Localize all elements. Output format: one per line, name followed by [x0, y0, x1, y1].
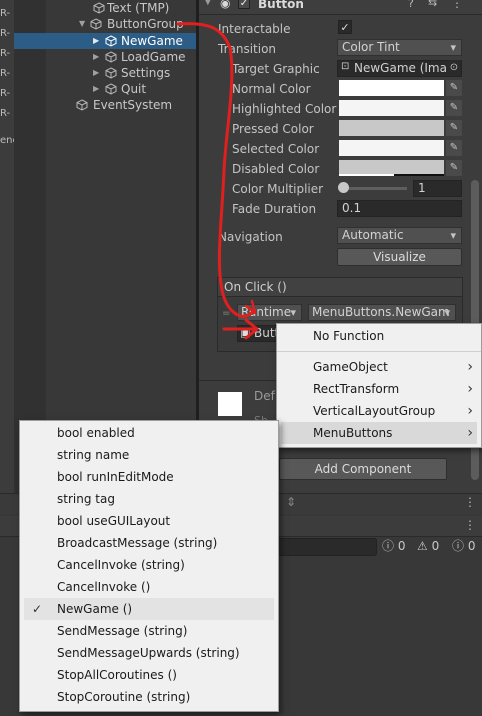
annotation-arrow: [176, 22, 259, 340]
